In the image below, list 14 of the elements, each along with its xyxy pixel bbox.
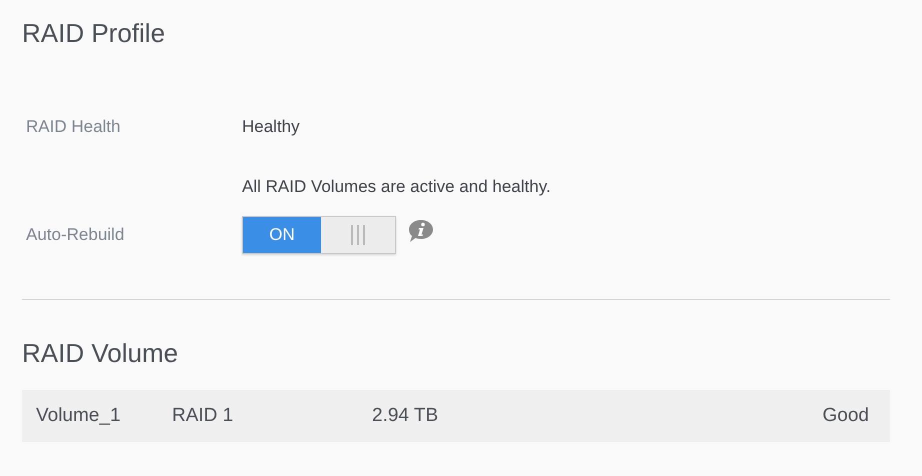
- field-label: RAID Health: [25, 117, 122, 137]
- info-icon[interactable]: [408, 219, 434, 243]
- table-cell-text: RAID 1: [172, 405, 234, 427]
- section-title: RAID Volume: [22, 337, 180, 370]
- section-title: RAID Profile: [22, 17, 166, 50]
- table-cell-text: Volume_1: [36, 405, 122, 427]
- toggle-switch[interactable]: ON: [242, 216, 396, 254]
- table-cell-text: 2.94 TB: [372, 405, 440, 427]
- health-status: Healthy: [242, 117, 300, 137]
- toggle-on-label: ON: [243, 217, 321, 253]
- field-label: Auto-Rebuild: [25, 225, 126, 245]
- grip-icon: [349, 225, 367, 245]
- table-cell: Good: [822, 405, 869, 427]
- health-message: All RAID Volumes are active and healthy.: [242, 177, 551, 197]
